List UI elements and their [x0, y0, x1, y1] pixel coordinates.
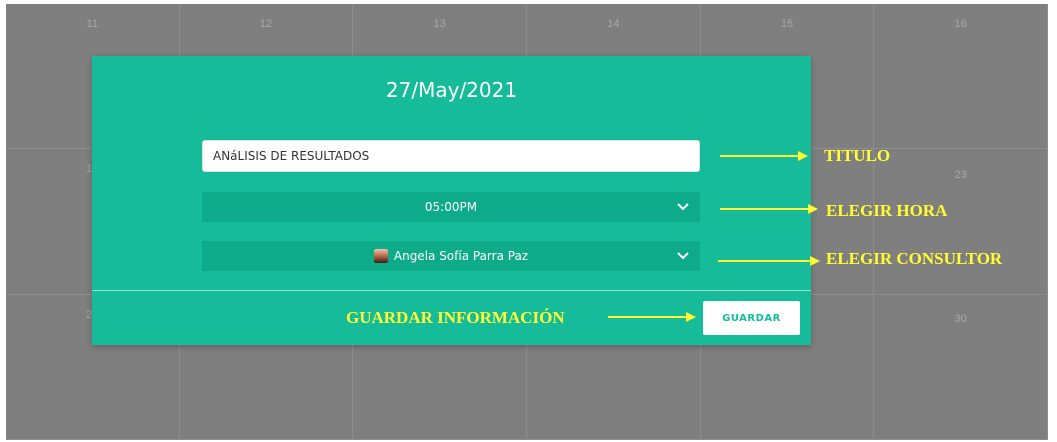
- arrow-icon: [608, 312, 696, 322]
- annotation-guardar-informacion: GUARDAR INFORMACIÓN: [346, 308, 565, 327]
- annotation-elegir-hora: ELEGIR HORA: [826, 201, 948, 220]
- day-number: 16: [954, 18, 967, 30]
- day-number: 11: [86, 18, 99, 30]
- modal-divider: [92, 290, 811, 291]
- arrow-icon: [720, 204, 818, 214]
- calendar-day: 16: [874, 4, 1048, 150]
- hour-select[interactable]: 05:00PM: [202, 192, 700, 222]
- day-number: 30: [954, 312, 967, 325]
- annotation-elegir-consultor: ELEGIR CONSULTOR: [826, 249, 1003, 268]
- consultant-select[interactable]: Angela Sofía Parra Paz: [202, 241, 700, 271]
- event-modal: 27/May/2021 ANáLISIS DE RESULTADOS 05:00…: [92, 56, 811, 345]
- event-title-input[interactable]: ANáLISIS DE RESULTADOS: [202, 140, 700, 172]
- consultant-select-value: Angela Sofía Parra Paz: [393, 249, 529, 263]
- modal-title: 27/May/2021: [385, 78, 518, 102]
- day-number: 13: [433, 18, 446, 30]
- hour-select-value: 05:00PM: [424, 200, 478, 214]
- chevron-down-icon: [677, 252, 689, 260]
- arrow-icon: [718, 256, 820, 266]
- day-number: 23: [954, 169, 967, 182]
- chevron-down-icon: [677, 203, 689, 211]
- day-number: 15: [780, 18, 794, 30]
- day-number: 12: [259, 18, 273, 30]
- arrow-icon: [720, 151, 808, 161]
- calendar-day: 30: [874, 294, 1048, 440]
- calendar-day: 23: [874, 149, 1048, 295]
- annotation-titulo: TITULO: [824, 146, 891, 165]
- save-button[interactable]: GUARDAR: [703, 301, 800, 335]
- avatar-icon: [373, 249, 388, 263]
- day-number: 14: [607, 18, 620, 30]
